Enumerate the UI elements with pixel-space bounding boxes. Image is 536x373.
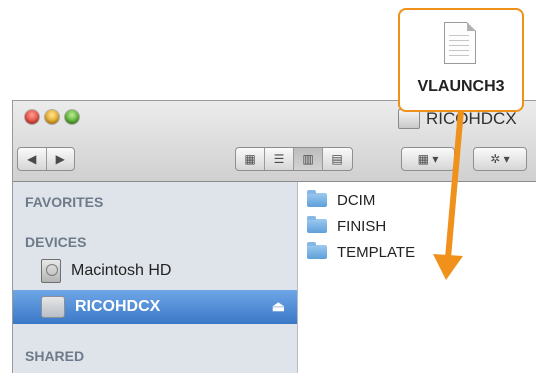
dragged-file-callout[interactable]: VLAUNCH3 — [398, 8, 524, 112]
dragged-file-label: VLAUNCH3 — [417, 78, 505, 95]
drag-arrow-head — [433, 254, 463, 280]
document-icon — [444, 22, 476, 64]
drag-arrow-shaft — [445, 109, 464, 259]
